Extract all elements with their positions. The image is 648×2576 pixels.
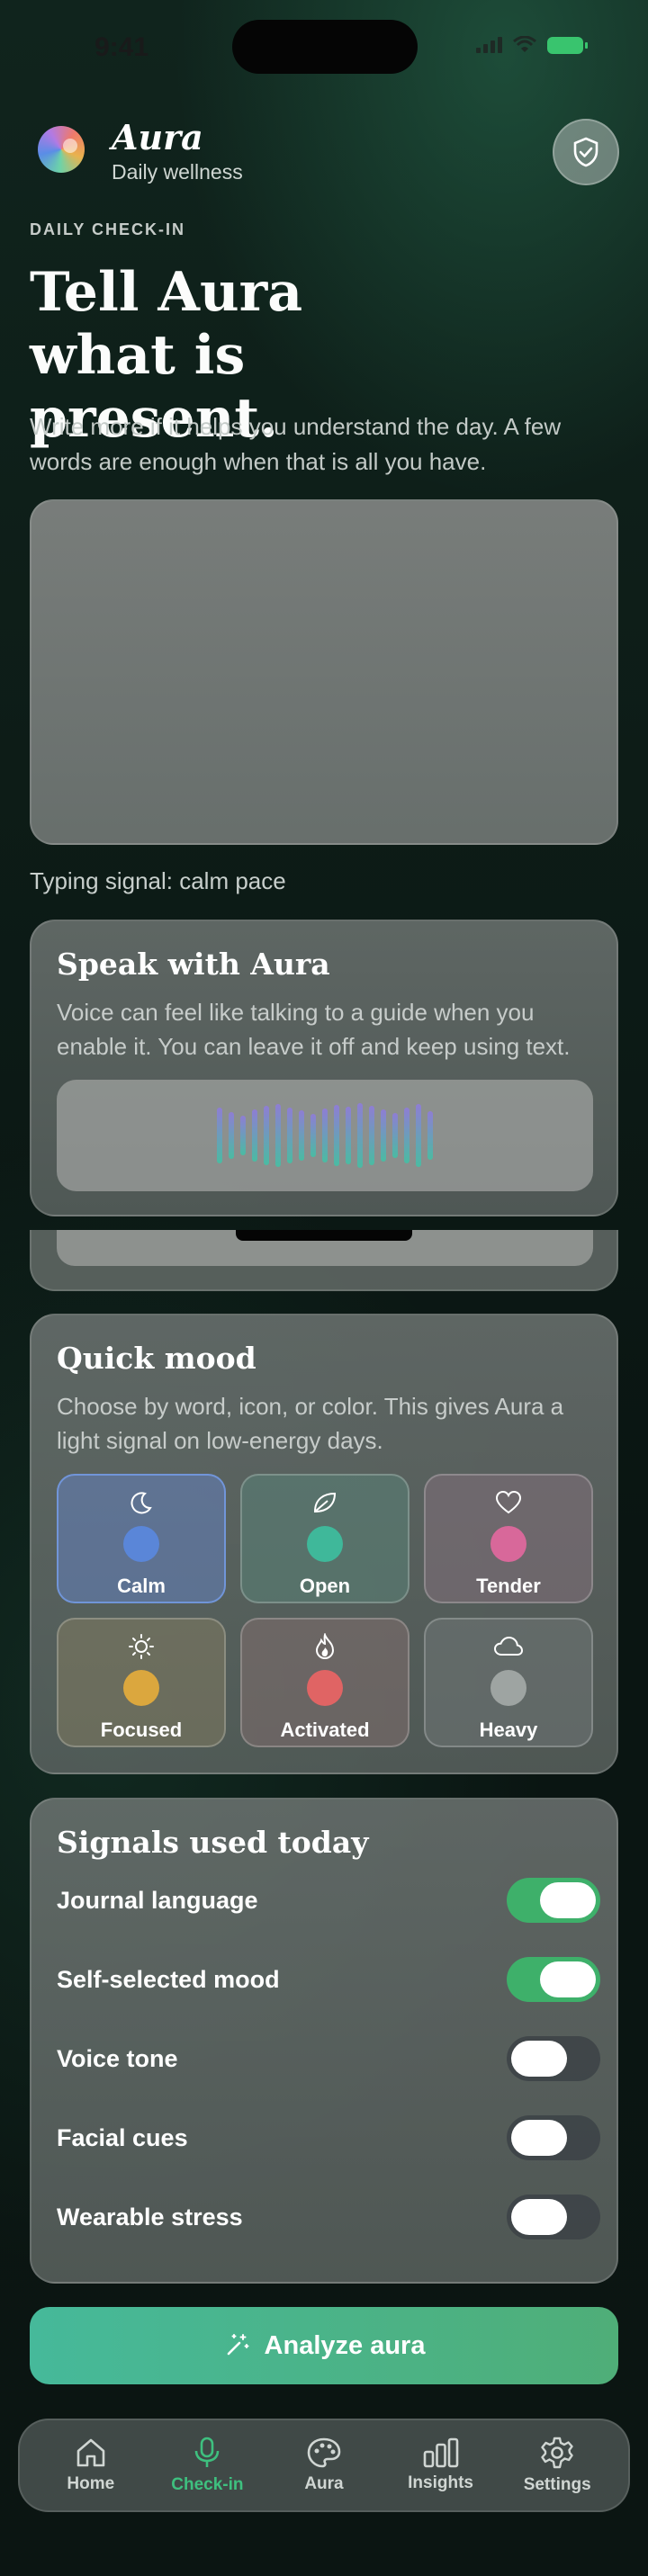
status-time: 9:41 (94, 32, 149, 62)
tab-bar: Home Check-in Aura Insights Settings (18, 2419, 630, 2512)
status-icons (476, 36, 588, 54)
mood-option-heavy[interactable]: Heavy (424, 1618, 593, 1747)
section-eyebrow: DAILY CHECK-IN (30, 220, 186, 238)
mood-color-dot (123, 1670, 159, 1706)
flame-icon (313, 1632, 337, 1661)
cloud-icon (493, 1632, 524, 1661)
mood-grid: Calm Open Tender Focused Activated Heavy (57, 1474, 593, 1747)
tab-settings[interactable]: Settings (508, 2436, 607, 2495)
mood-color-dot (123, 1526, 159, 1562)
mood-label: Activated (280, 1719, 370, 1741)
tab-label: Settings (523, 2475, 591, 2494)
typing-signal-text: Typing signal: calm pace (30, 867, 286, 894)
quick-mood-title: Quick mood (57, 1341, 256, 1376)
quick-mood-description: Choose by word, icon, or color. This giv… (57, 1393, 564, 1454)
mood-label: Tender (476, 1575, 541, 1597)
mood-option-tender[interactable]: Tender (424, 1474, 593, 1603)
palette-icon (307, 2437, 341, 2468)
signal-row-wearable-stress: Wearable stress (57, 2192, 600, 2242)
signals-title: Signals used today (57, 1825, 369, 1860)
analyze-aura-button[interactable]: Analyze aura (30, 2307, 618, 2384)
analyze-aura-label: Analyze aura (264, 2330, 426, 2360)
mood-label: Heavy (479, 1719, 538, 1741)
home-icon (76, 2438, 105, 2467)
signal-row-journal-language: Journal language (57, 1875, 600, 1925)
cellular-signal-icon (476, 37, 502, 53)
bar-chart-icon (423, 2437, 458, 2468)
signal-label: Voice tone (57, 2044, 178, 2072)
tab-home[interactable]: Home (41, 2437, 140, 2494)
mood-label: Focused (100, 1719, 183, 1741)
app-subtitle: Daily wellness (112, 160, 243, 184)
privacy-shield-button[interactable] (553, 119, 619, 185)
shield-check-icon (573, 137, 598, 167)
microphone-icon (195, 2437, 220, 2467)
signal-label: Self-selected mood (57, 1965, 280, 1993)
voice-tone-toggle[interactable] (507, 2036, 600, 2081)
moon-icon (129, 1488, 154, 1517)
voice-card-description: Voice can feel like talking to a guide w… (57, 999, 571, 1060)
self-selected-mood-toggle[interactable] (507, 1957, 600, 2002)
gear-icon (541, 2437, 573, 2469)
signal-row-facial-cues: Facial cues (57, 2113, 600, 2163)
battery-icon (547, 36, 588, 54)
mood-color-dot (307, 1670, 343, 1706)
waveform-icon (217, 1100, 433, 1171)
tab-label: Insights (408, 2473, 473, 2492)
journal-language-toggle[interactable] (507, 1878, 600, 1923)
tab-check-in[interactable]: Check-in (158, 2436, 256, 2495)
intro-text: Write more if it helps you understand th… (30, 413, 562, 475)
tab-label: Aura (304, 2474, 344, 2493)
signal-row-voice-tone: Voice tone (57, 2033, 600, 2084)
app-title: Aura (112, 117, 203, 157)
sun-icon (128, 1632, 155, 1661)
island-edge (236, 1230, 412, 1241)
tab-label: Home (67, 2474, 115, 2493)
mood-option-focused[interactable]: Focused (57, 1618, 226, 1747)
tab-insights[interactable]: Insights (392, 2437, 490, 2493)
mood-option-activated[interactable]: Activated (240, 1618, 410, 1747)
facial-cues-toggle[interactable] (507, 2115, 600, 2160)
heart-icon (495, 1488, 522, 1517)
wifi-icon (513, 36, 536, 52)
mood-color-dot (490, 1670, 526, 1706)
signal-label: Wearable stress (57, 2203, 243, 2230)
mood-option-open[interactable]: Open (240, 1474, 410, 1603)
leaf-icon (311, 1488, 338, 1517)
mood-option-calm[interactable]: Calm (57, 1474, 226, 1603)
quick-mood-card: Quick mood Choose by word, icon, or colo… (30, 1314, 618, 1774)
signal-row-self-selected-mood: Self-selected mood (57, 1954, 600, 2005)
signal-label: Journal language (57, 1886, 258, 1914)
journal-textarea[interactable] (30, 499, 618, 845)
signal-label: Facial cues (57, 2123, 188, 2151)
magic-wand-icon (227, 2334, 249, 2356)
voice-card-title: Speak with Aura (57, 947, 330, 982)
dynamic-island (232, 20, 418, 74)
mood-color-dot (490, 1526, 526, 1562)
mood-label: Calm (117, 1575, 166, 1597)
tab-aura[interactable]: Aura (274, 2437, 374, 2494)
aura-logo (38, 126, 85, 173)
signals-card: Signals used today Journal language Self… (30, 1798, 618, 2284)
wearable-stress-toggle[interactable] (507, 2195, 600, 2239)
mood-label: Open (299, 1575, 351, 1597)
mood-color-dot (307, 1526, 343, 1562)
voice-waveform-button[interactable] (57, 1080, 593, 1191)
tab-label: Check-in (171, 2475, 244, 2494)
voice-card: Speak with Aura Voice can feel like talk… (30, 920, 618, 1216)
